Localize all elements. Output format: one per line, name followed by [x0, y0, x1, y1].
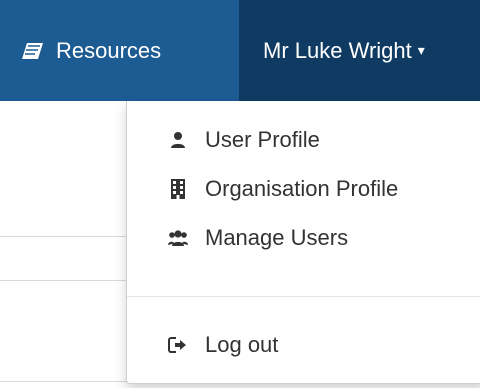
building-icon [167, 178, 189, 200]
book-icon [18, 41, 48, 61]
sign-out-icon [167, 334, 189, 356]
menu-item-user-profile-label: User Profile [205, 127, 320, 152]
menu-item-organisation-profile[interactable]: Organisation Profile [127, 166, 480, 212]
menu-item-organisation-profile-label: Organisation Profile [205, 176, 399, 201]
nav-resources[interactable]: Resources [0, 0, 239, 101]
background-divider-3 [0, 381, 127, 382]
nav-resources-label: Resources [56, 37, 162, 63]
background-divider-1 [0, 236, 127, 237]
menu-divider [127, 296, 480, 297]
background-divider-2 [0, 280, 127, 281]
menu-item-log-out-label: Log out [205, 332, 279, 357]
menu-item-log-out[interactable]: Log out [127, 322, 480, 368]
nav-user-menu[interactable]: Mr Luke Wright ▾ [239, 0, 480, 101]
top-navbar: Resources Mr Luke Wright ▾ [0, 0, 480, 101]
menu-item-manage-users-label: Manage Users [205, 225, 349, 250]
caret-down-icon: ▾ [417, 42, 425, 58]
menu-item-user-profile[interactable]: User Profile [127, 117, 480, 163]
users-icon [167, 227, 189, 249]
nav-user-label: Mr Luke Wright [263, 37, 412, 63]
user-dropdown-menu: User Profile Organisation Profile Manage… [126, 101, 480, 384]
menu-item-manage-users[interactable]: Manage Users [127, 215, 480, 261]
user-icon [167, 129, 189, 151]
